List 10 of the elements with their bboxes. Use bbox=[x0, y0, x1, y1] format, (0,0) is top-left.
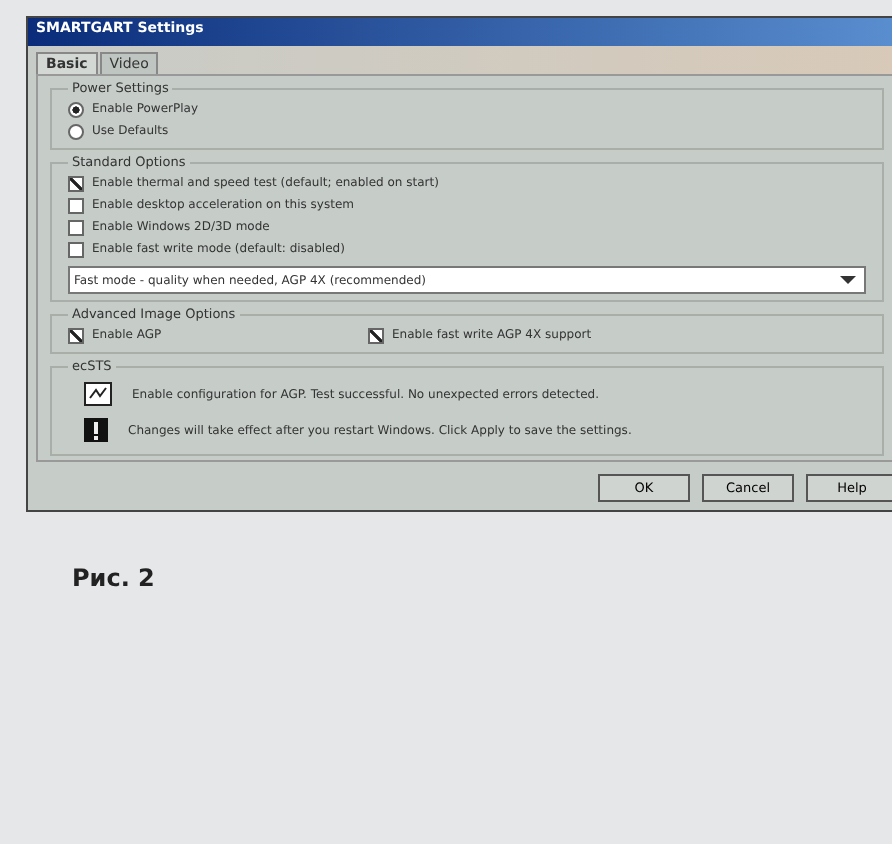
checkbox[interactable] bbox=[68, 327, 84, 343]
figure-caption: Рис. 2 bbox=[72, 564, 157, 592]
checkbox[interactable] bbox=[68, 219, 84, 235]
radio-button[interactable] bbox=[68, 123, 84, 139]
radio-button[interactable] bbox=[68, 101, 84, 117]
checkbox[interactable] bbox=[68, 175, 84, 191]
checkbox[interactable] bbox=[368, 327, 384, 343]
warning-icon bbox=[84, 418, 108, 442]
checkbox[interactable] bbox=[68, 197, 84, 213]
checkbox[interactable] bbox=[68, 241, 84, 257]
